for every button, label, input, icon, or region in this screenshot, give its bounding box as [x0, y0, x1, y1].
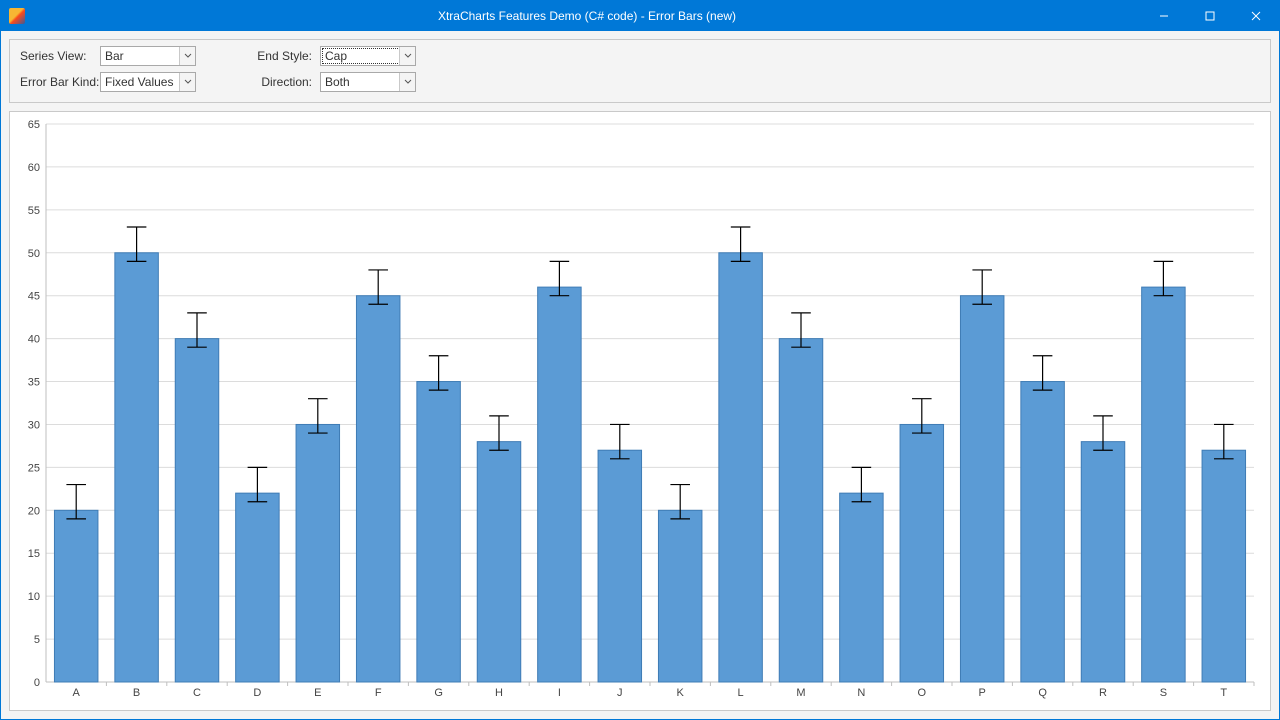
x-tick-label: H	[495, 687, 503, 699]
x-tick-label: G	[434, 687, 443, 699]
y-tick-label: 65	[28, 119, 40, 131]
end-style-select[interactable]: Cap	[320, 46, 416, 66]
end-style-value: Cap	[325, 49, 347, 63]
y-tick-label: 35	[28, 377, 40, 389]
series-view-label: Series View:	[20, 49, 100, 63]
x-tick-label: J	[617, 687, 623, 699]
y-tick-label: 50	[28, 248, 40, 260]
chevron-down-icon	[179, 73, 195, 91]
window-title: XtraCharts Features Demo (C# code) - Err…	[33, 9, 1141, 23]
bar[interactable]	[477, 442, 520, 682]
maximize-button[interactable]	[1187, 1, 1233, 31]
direction-label: Direction:	[250, 75, 320, 89]
title-bar: XtraCharts Features Demo (C# code) - Err…	[1, 1, 1279, 31]
x-tick-label: P	[979, 687, 986, 699]
options-toolbar: Series View: Bar End Style: Cap Error Ba…	[9, 39, 1271, 103]
error-bar-kind-value: Fixed Values	[105, 75, 173, 89]
y-tick-label: 15	[28, 548, 40, 560]
bar[interactable]	[236, 493, 279, 682]
window-controls	[1141, 1, 1279, 31]
y-tick-label: 10	[28, 591, 40, 603]
bar[interactable]	[538, 287, 581, 682]
x-tick-label: E	[314, 687, 321, 699]
chart-container: 0 5 10 15 20 25 30 35 40 45 50 55 60 65 A B C D E F G H I J K L M N…	[9, 111, 1271, 711]
y-tick-label: 45	[28, 291, 40, 303]
bar[interactable]	[900, 424, 943, 682]
app-icon	[9, 8, 25, 24]
y-tick-label: 55	[28, 205, 40, 217]
bar[interactable]	[1081, 442, 1124, 682]
error-bar-kind-label: Error Bar Kind:	[20, 75, 100, 89]
bar[interactable]	[1021, 382, 1064, 682]
y-tick-label: 60	[28, 162, 40, 174]
x-tick-label: F	[375, 687, 382, 699]
bar[interactable]	[840, 493, 883, 682]
error-bar-kind-select[interactable]: Fixed Values	[100, 72, 196, 92]
x-tick-label: R	[1099, 687, 1107, 699]
x-tick-label: S	[1160, 687, 1167, 699]
chevron-down-icon	[399, 47, 415, 65]
direction-value: Both	[325, 75, 350, 89]
y-tick-label: 0	[34, 677, 40, 689]
x-tick-label: L	[738, 687, 744, 699]
app-window: XtraCharts Features Demo (C# code) - Err…	[0, 0, 1280, 720]
minimize-button[interactable]	[1141, 1, 1187, 31]
maximize-icon	[1205, 11, 1215, 21]
bar[interactable]	[719, 253, 762, 682]
x-tick-label: C	[193, 687, 201, 699]
series-view-select[interactable]: Bar	[100, 46, 196, 66]
close-button[interactable]	[1233, 1, 1279, 31]
chevron-down-icon	[399, 73, 415, 91]
direction-select[interactable]: Both	[320, 72, 416, 92]
bar[interactable]	[296, 424, 339, 682]
x-tick-label: T	[1220, 687, 1227, 699]
chevron-down-icon	[179, 47, 195, 65]
y-tick-label: 30	[28, 419, 40, 431]
y-tick-label: 20	[28, 505, 40, 517]
bar[interactable]	[417, 382, 460, 682]
client-area: Series View: Bar End Style: Cap Error Ba…	[1, 31, 1279, 719]
minimize-icon	[1159, 11, 1169, 21]
bar[interactable]	[779, 339, 822, 682]
x-tick-label: M	[796, 687, 805, 699]
error-bar-chart[interactable]: 0 5 10 15 20 25 30 35 40 45 50 55 60 65 A B C D E F G H I J K L M N…	[16, 118, 1264, 704]
x-tick-label: D	[253, 687, 261, 699]
bar[interactable]	[598, 450, 641, 682]
x-tick-label: N	[857, 687, 865, 699]
series-view-value: Bar	[105, 49, 124, 63]
bar[interactable]	[960, 296, 1003, 682]
x-tick-label: Q	[1038, 687, 1047, 699]
x-tick-label: K	[677, 687, 685, 699]
y-tick-label: 5	[34, 634, 40, 646]
y-tick-label: 40	[28, 334, 40, 346]
bar[interactable]	[356, 296, 399, 682]
y-tick-label: 25	[28, 462, 40, 474]
close-icon	[1251, 11, 1261, 21]
x-tick-label: A	[73, 687, 81, 699]
x-tick-label: B	[133, 687, 140, 699]
bar[interactable]	[1142, 287, 1185, 682]
bar[interactable]	[658, 510, 701, 682]
bar[interactable]	[54, 510, 97, 682]
bar[interactable]	[175, 339, 218, 682]
bar[interactable]	[115, 253, 158, 682]
end-style-label: End Style:	[250, 49, 320, 63]
bar[interactable]	[1202, 450, 1245, 682]
x-tick-label: O	[918, 687, 927, 699]
x-tick-label: I	[558, 687, 561, 699]
